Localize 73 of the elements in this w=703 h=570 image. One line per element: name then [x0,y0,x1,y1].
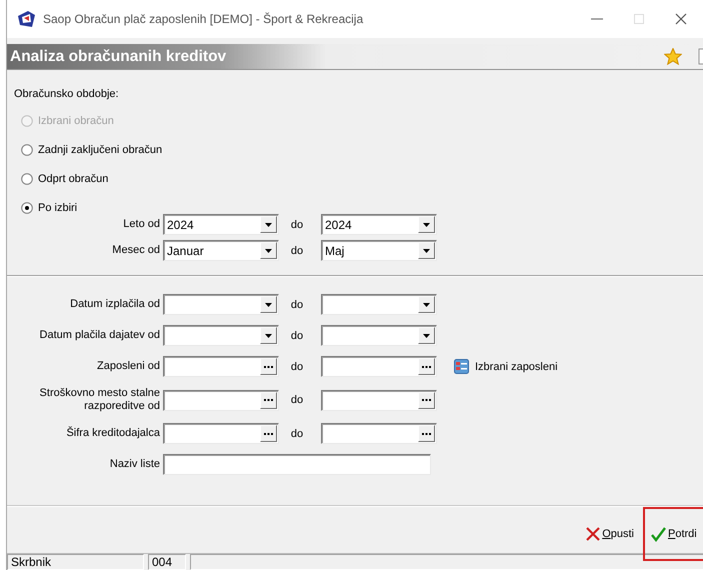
dropdown-field[interactable] [163,294,279,315]
field-label: Datum plačila dajatev od [38,329,160,342]
star-icon[interactable] [664,48,682,65]
caret-icon [265,334,272,338]
input-field[interactable] [163,454,431,475]
dropdown-button[interactable] [260,216,277,233]
caret-icon [265,222,272,226]
browse-button[interactable] [418,425,435,442]
dropdown-button[interactable] [260,296,277,313]
check-icon [651,526,666,542]
close-icon[interactable] [675,13,687,25]
dropdown-button[interactable] [418,242,435,259]
field-label: Leto od [122,218,160,231]
field-label: do [290,428,304,440]
dropdown-field[interactable]: Maj [321,240,437,261]
field-label: do [290,394,304,406]
dropdown-field[interactable]: Januar [163,240,279,261]
lookup-field[interactable] [163,390,279,410]
caret-icon [423,222,430,226]
radio-label: Odprt obračun [38,173,108,185]
dropdown-button[interactable] [418,327,435,344]
lookup-field[interactable] [163,356,279,377]
dropdown-field[interactable] [163,325,279,346]
highlighted-button[interactable]: Potrdi [643,507,703,561]
field-label: Mesec od [111,244,160,257]
lookup-field[interactable] [321,390,437,410]
lookup-field[interactable] [321,356,437,377]
dropdown-field[interactable] [321,325,437,346]
field-label: do [290,330,304,342]
radio-label: Po izbiri [38,202,78,214]
radio-button[interactable] [21,173,33,185]
selected-employees-button[interactable]: Izbrani zaposleni [454,359,703,374]
caret-icon [423,334,430,338]
dropdown-field[interactable]: 2024 [321,214,437,235]
browse-button[interactable] [418,392,435,408]
section-label: Obračunsko obdobje: [13,88,120,100]
dialog-button[interactable]: Opusti [581,507,639,561]
dropdown-button[interactable] [260,327,277,344]
list-icon [454,359,469,374]
caret-icon [423,302,430,306]
radio-button[interactable] [21,202,33,214]
browse-button[interactable] [260,392,277,408]
browse-button[interactable] [260,358,277,375]
radio-button[interactable] [21,144,33,156]
field-label: Stroškovno mesto stalne razporeditve od [38,387,160,413]
field-label: Datum izplačila od [69,298,160,311]
field-label: Zaposleni od [96,360,160,373]
browse-button[interactable] [260,425,277,442]
caret-icon [265,248,272,252]
dropdown-button[interactable] [418,216,435,233]
dropdown-button[interactable] [260,242,277,259]
field-label: Šifra kreditodajalca [65,427,160,440]
lookup-field[interactable] [321,423,437,444]
radio-label: Zadnji zaključeni obračun [38,144,162,156]
status-cell: Skrbnik [7,554,144,570]
field-label: Naziv liste [108,458,160,471]
dropdown-field[interactable]: 2024 [163,214,279,235]
field-label: do [290,298,304,310]
radio-label: Izbrani obračun [38,115,114,127]
status-cell: 004 [148,554,186,570]
dropdown-button[interactable] [418,296,435,313]
cross-icon [586,527,600,541]
window-title: Saop Obračun plač zaposlenih [DEMO] - Šport & Rekreacija [43,12,364,26]
field-label: do [290,218,304,230]
dropdown-field[interactable] [321,294,437,315]
field-label: do [290,244,304,256]
browse-button[interactable] [418,358,435,375]
field-label: do [290,360,304,372]
caret-icon [265,302,272,306]
caret-icon [423,248,430,252]
lookup-field[interactable] [163,423,279,444]
form-title: Analiza obračunanih kreditov [9,48,226,66]
app-icon [16,10,36,28]
